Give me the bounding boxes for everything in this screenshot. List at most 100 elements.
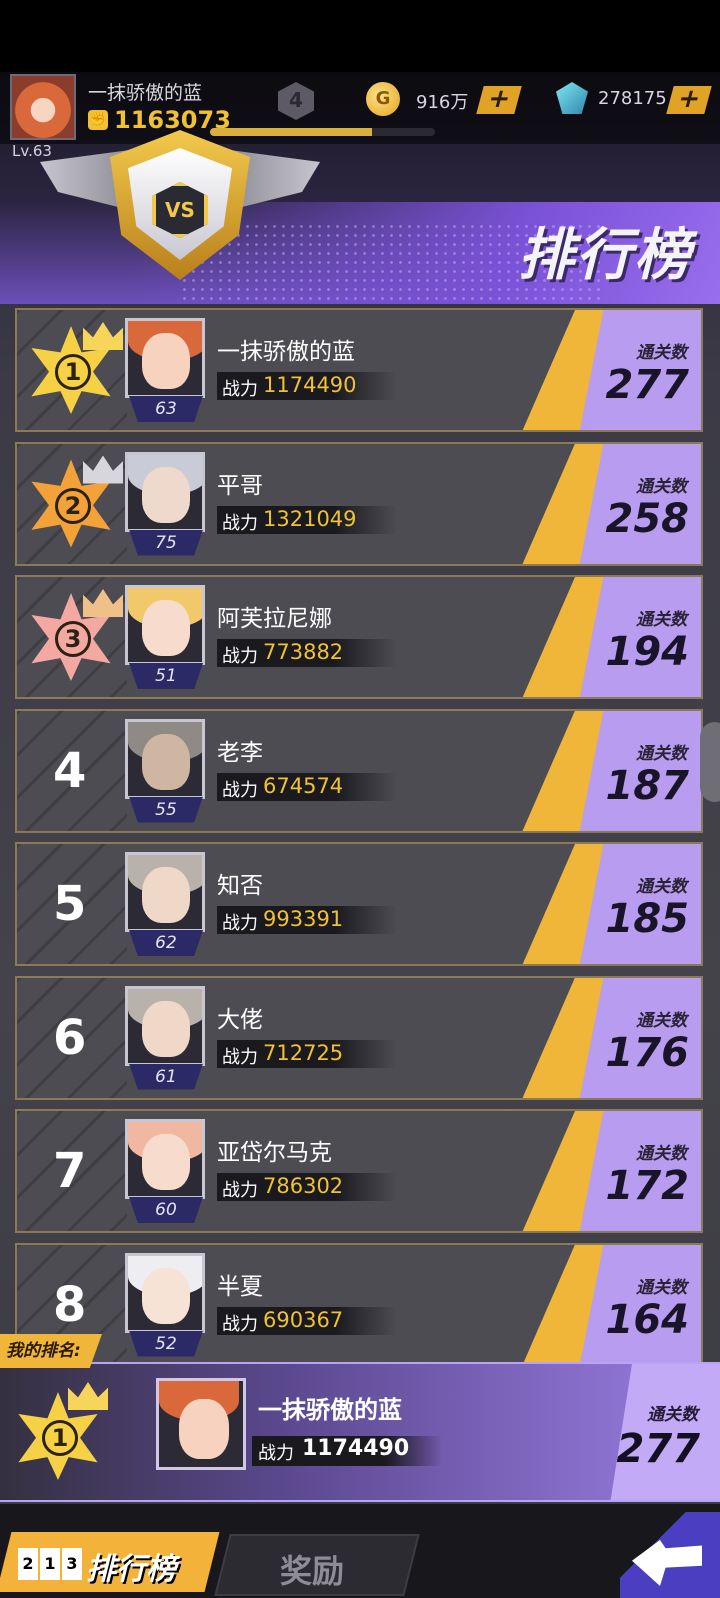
player-name: 知否 — [217, 873, 263, 899]
ranking-row[interactable]: 6 61 大佬 战力 712725 通关数 176 — [15, 975, 703, 1100]
my-rank-row[interactable]: 1 一抹骄傲的蓝 战力 1174490 通关数 277 — [0, 1362, 720, 1502]
crown-icon — [68, 1382, 108, 1410]
clears-value: 185 — [605, 896, 690, 942]
ranking-row[interactable]: 3 51 阿芙拉尼娜 战力 773882 通关数 194 — [15, 575, 703, 699]
tab-ranking-label: 排行榜 — [86, 1552, 176, 1587]
player-avatar[interactable] — [125, 1119, 205, 1199]
my-clears-value: 277 — [616, 1426, 701, 1472]
power-label: 战力 — [222, 379, 258, 400]
player-name: 阿芙拉尼娜 — [217, 606, 332, 632]
ranking-screen: Lv.63 一抹骄傲的蓝 ✊ 1163073 4 G 916万 + 278175… — [0, 72, 720, 1598]
avatar-level: 60 — [129, 1197, 203, 1223]
my-avatar[interactable] — [156, 1378, 246, 1470]
my-clears-label: 通关数 — [647, 1405, 698, 1425]
player-name: 半夏 — [217, 1273, 263, 1300]
clears-label: 通关数 — [636, 476, 687, 497]
rank-number: 5 — [53, 876, 87, 932]
ranking-row[interactable]: 8 52 半夏 战力 690367 通关数 164 — [15, 1242, 703, 1367]
power-label: 战力 — [222, 779, 258, 801]
rank-number: 8 — [53, 1276, 87, 1333]
my-rank-number: 1 — [42, 1420, 78, 1456]
ranking-row[interactable]: 2 75 平哥 战力 1321049 通关数 258 — [15, 441, 703, 566]
vip-badge[interactable]: 4 — [270, 82, 322, 120]
player-name: 平哥 — [217, 472, 263, 499]
side-handle[interactable] — [700, 722, 720, 802]
clears-value: 176 — [605, 1029, 690, 1076]
power-label: 战力 — [222, 1313, 258, 1335]
power-value: 690367 — [263, 1307, 344, 1332]
add-gems-button[interactable]: + — [666, 84, 712, 114]
clears-value: 172 — [605, 1163, 690, 1209]
ranking-row[interactable]: 7 60 亚岱尔马克 战力 786302 通关数 172 — [15, 1109, 703, 1233]
rank-number: 3 — [55, 621, 91, 657]
back-arrow-icon — [632, 1540, 702, 1586]
my-power-label: 战力 — [258, 1443, 294, 1464]
power-value: 1321049 — [263, 506, 357, 531]
rank-number: 6 — [53, 1009, 87, 1066]
back-button[interactable] — [620, 1512, 720, 1598]
rank-number: 1 — [55, 354, 91, 390]
clears-label: 通关数 — [636, 877, 687, 897]
power-value: 712725 — [263, 1040, 344, 1065]
add-coins-button[interactable]: + — [476, 84, 522, 114]
player-name: 一抹骄傲的蓝 — [88, 82, 203, 104]
my-rank-tag: 我的排名: — [0, 1334, 102, 1368]
rank-number: 4 — [53, 742, 87, 799]
player-name: 老李 — [217, 739, 263, 766]
power-label: 战力 — [222, 913, 258, 934]
ranking-row[interactable]: 4 55 老李 战力 674574 通关数 187 — [15, 708, 703, 833]
clears-label: 通关数 — [636, 610, 687, 630]
player-name: 亚岱尔马克 — [217, 1140, 332, 1166]
player-avatar[interactable] — [125, 585, 205, 665]
power-label: 战力 — [222, 1046, 258, 1068]
power-value: 674574 — [263, 773, 344, 798]
page-title: 排行榜 — [518, 223, 692, 288]
rank-number: 2 — [55, 487, 91, 524]
avatar-level: 52 — [129, 1330, 203, 1357]
gem-value: 278175 — [598, 88, 667, 109]
avatar-level: 51 — [129, 663, 203, 689]
avatar-level: 63 — [129, 396, 203, 422]
player-avatar[interactable] — [125, 451, 205, 532]
clears-value: 187 — [605, 762, 690, 809]
avatar-level: 61 — [129, 1063, 203, 1090]
clears-label: 通关数 — [636, 743, 687, 764]
avatar-level: 55 — [129, 796, 203, 823]
podium-icon: 2 1 3 — [18, 1548, 82, 1580]
clears-label: 通关数 — [636, 1010, 687, 1031]
player-avatar[interactable] — [125, 1252, 205, 1333]
fist-icon: ✊ — [88, 110, 108, 130]
power-value: 773882 — [263, 640, 344, 664]
player-name: 一抹骄傲的蓝 — [217, 339, 355, 365]
coin-value: 916万 — [416, 92, 469, 113]
coin-icon: G — [366, 82, 400, 116]
power-label: 战力 — [222, 512, 258, 534]
vs-emblem: VS — [40, 130, 320, 290]
player-avatar[interactable] — [125, 852, 205, 932]
my-power-value: 1174490 — [302, 1436, 410, 1461]
avatar-level: 62 — [129, 930, 203, 956]
power-value: 786302 — [263, 1174, 344, 1198]
power-label: 战力 — [222, 1180, 258, 1201]
power-label: 战力 — [222, 646, 258, 667]
player-avatar[interactable] — [125, 718, 205, 799]
clears-label: 通关数 — [636, 1144, 687, 1164]
header: Lv.63 一抹骄傲的蓝 ✊ 1163073 4 G 916万 + 278175… — [0, 72, 720, 304]
ranking-row[interactable]: 1 63 一抹骄傲的蓝 战力 1174490 通关数 277 — [15, 308, 703, 432]
clears-value: 194 — [605, 629, 690, 675]
player-avatar[interactable] — [125, 985, 205, 1066]
player-avatar[interactable] — [125, 318, 205, 398]
clears-label: 通关数 — [636, 1277, 687, 1298]
my-name: 一抹骄傲的蓝 — [258, 1396, 402, 1424]
tab-reward-label: 奖励 — [280, 1552, 345, 1590]
clears-value: 164 — [605, 1296, 690, 1343]
avatar-level: 75 — [129, 529, 203, 556]
status-bar-area — [0, 0, 720, 72]
clears-value: 277 — [605, 362, 690, 408]
clears-label: 通关数 — [636, 343, 687, 363]
clears-value: 258 — [605, 495, 690, 542]
power-value: 993391 — [263, 907, 344, 931]
ranking-row[interactable]: 5 62 知否 战力 993391 通关数 185 — [15, 842, 703, 966]
player-name: 大佬 — [217, 1006, 263, 1033]
power-value: 1174490 — [263, 373, 357, 397]
